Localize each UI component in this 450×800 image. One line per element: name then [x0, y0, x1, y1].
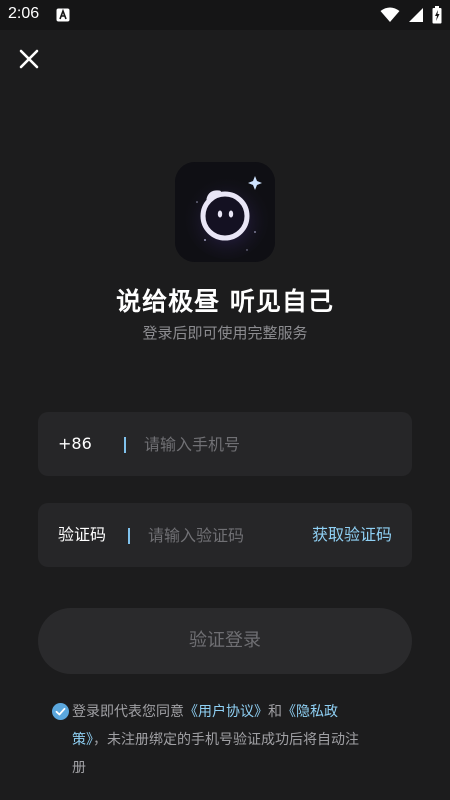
agreement: 登录即代表您同意《用户协议》和《隐私政策》，未注册绑定的手机号验证成功后将自动注…: [52, 698, 372, 782]
text-cursor: [124, 437, 126, 453]
agreement-suffix: ，未注册绑定的手机号验证成功后将自动注册: [72, 732, 359, 776]
cell-signal-icon: [409, 8, 423, 22]
app-logo-icon: [175, 162, 275, 262]
agreement-and: 和: [268, 704, 282, 720]
text-cursor: [128, 528, 130, 544]
get-code-button[interactable]: 获取验证码: [312, 503, 392, 567]
user-agreement-link[interactable]: 《用户协议》: [184, 704, 268, 720]
code-label: 验证码: [58, 525, 107, 544]
agreement-text: 登录即代表您同意《用户协议》和《隐私政策》，未注册绑定的手机号验证成功后将自动注…: [52, 698, 372, 782]
status-bar: 2:06: [0, 0, 450, 30]
page-subtitle: 登录后即可使用完整服务: [142, 324, 308, 342]
wifi-icon: [380, 7, 400, 22]
status-time: 2:06: [8, 5, 40, 22]
notification-a-icon: [56, 8, 70, 22]
checkbox-checked-icon[interactable]: [52, 703, 69, 720]
country-code[interactable]: +86: [58, 412, 92, 476]
code-input[interactable]: [148, 503, 298, 567]
phone-input[interactable]: [144, 412, 394, 476]
phone-field[interactable]: +86: [38, 412, 412, 476]
close-icon[interactable]: [16, 46, 42, 72]
battery-charging-icon: [432, 6, 442, 24]
system-icons: [380, 6, 442, 24]
verification-code-field[interactable]: 验证码 获取验证码: [38, 503, 412, 567]
page-headline: 说给极昼 听见自己: [116, 287, 334, 316]
agreement-prefix: 登录即代表您同意: [72, 704, 184, 720]
verify-login-button[interactable]: 验证登录: [38, 608, 412, 674]
